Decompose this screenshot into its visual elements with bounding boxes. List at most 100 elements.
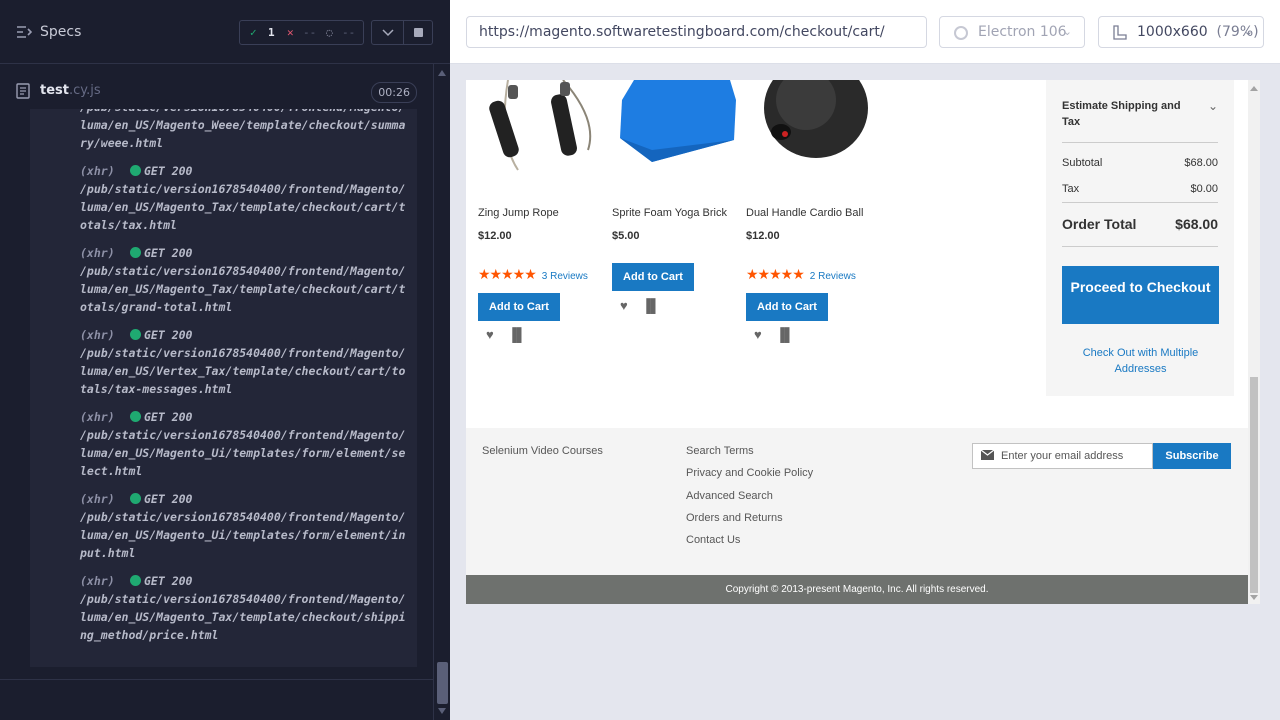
add-to-cart-button[interactable]: Add to Cart bbox=[478, 293, 560, 321]
page-footer: Selenium Video Courses Search Terms Priv… bbox=[466, 428, 1248, 575]
command-log-entry[interactable]: (xhr) GET 200/pub/static/version167854040… bbox=[30, 572, 417, 644]
passed-count: 1 bbox=[268, 26, 275, 39]
product-name[interactable]: Zing Jump Rope bbox=[478, 207, 559, 219]
stop-button[interactable] bbox=[403, 20, 433, 45]
add-to-cart-button[interactable]: Add to Cart bbox=[746, 293, 828, 321]
file-icon bbox=[16, 83, 30, 99]
checkout-multiple-addresses-link[interactable]: Check Out with Multiple Addresses bbox=[1062, 345, 1219, 377]
newsletter-placeholder: Enter your email address bbox=[1001, 450, 1124, 462]
xhr-tag: (xhr) bbox=[80, 164, 115, 178]
passed-icon: ✓ bbox=[250, 26, 257, 39]
request-url: /pub/static/version1678540400/frontend/M… bbox=[80, 109, 406, 150]
command-log-entry[interactable]: (xhr) GET 200/pub/static/version167854040… bbox=[30, 162, 417, 234]
footer-link-privacy[interactable]: Privacy and Cookie Policy bbox=[686, 467, 813, 489]
pending-count: -- bbox=[342, 26, 356, 39]
stop-icon bbox=[414, 28, 423, 37]
command-log-entry[interactable]: /pub/static/version1678540400/frontend/M… bbox=[30, 109, 417, 152]
product-name[interactable]: Sprite Foam Yoga Brick bbox=[612, 207, 727, 219]
request-url: /pub/static/version1678540400/frontend/M… bbox=[80, 346, 406, 396]
log-entry-header: (xhr) GET 200 bbox=[30, 572, 411, 590]
aut-scrollbar[interactable] bbox=[1248, 80, 1260, 604]
scroll-up-icon[interactable] bbox=[438, 70, 446, 76]
product-name[interactable]: Dual Handle Cardio Ball bbox=[746, 207, 863, 219]
request-url: /pub/static/version1678540400/frontend/M… bbox=[80, 592, 406, 642]
xhr-tag: (xhr) bbox=[80, 410, 115, 424]
command-log-entry[interactable]: (xhr) GET 200/pub/static/version167854040… bbox=[30, 326, 417, 398]
add-to-cart-button[interactable]: Add to Cart bbox=[612, 263, 694, 291]
command-log-entry[interactable]: (xhr) GET 200/pub/static/version167854040… bbox=[30, 244, 417, 316]
toggle-autoscroll-button[interactable] bbox=[371, 20, 404, 45]
url-bar[interactable]: https://magento.softwaretestingboard.com… bbox=[466, 16, 927, 48]
subscribe-button[interactable]: Subscribe bbox=[1153, 443, 1231, 469]
footer-link-orders-returns[interactable]: Orders and Returns bbox=[686, 512, 813, 534]
product-actions: ♥ ▐▌ bbox=[486, 327, 540, 342]
aut-viewport: Zing Jump Rope $12.00 ★★★★★ 3 Reviews Add… bbox=[466, 80, 1260, 604]
footer-link-search-terms[interactable]: Search Terms bbox=[686, 445, 813, 467]
request-method-status: GET 200 bbox=[144, 492, 193, 506]
product-image-yoga-brick[interactable] bbox=[612, 80, 742, 190]
viewport-size: 1000x660 bbox=[1137, 24, 1208, 40]
aut-toolbar: https://magento.softwaretestingboard.com… bbox=[450, 0, 1280, 64]
newsletter-email-input[interactable]: Enter your email address bbox=[972, 443, 1153, 469]
compare-chart-icon[interactable]: ▐▌ bbox=[776, 327, 794, 342]
viewport-label: 1000x660 (79%) bbox=[1137, 24, 1259, 40]
test-duration: 00:26 bbox=[371, 82, 417, 103]
reporter-header: Specs ✓ 1 ✕ -- ◌ -- bbox=[0, 0, 450, 64]
request-method-status: GET 200 bbox=[144, 328, 193, 342]
reviews-link[interactable]: 2 Reviews bbox=[810, 271, 856, 282]
estimate-shipping-label: Estimate Shipping and Tax bbox=[1062, 100, 1181, 128]
product-rating: ★★★★★ 2 Reviews bbox=[746, 266, 856, 283]
footer-link-selenium-courses[interactable]: Selenium Video Courses bbox=[482, 445, 603, 457]
test-stats: ✓ 1 ✕ -- ◌ -- bbox=[239, 20, 364, 45]
pending-icon: ◌ bbox=[326, 26, 333, 39]
proceed-to-checkout-button[interactable]: Proceed to Checkout bbox=[1062, 266, 1219, 324]
scroll-up-icon[interactable] bbox=[1250, 86, 1258, 91]
scroll-down-icon[interactable] bbox=[1250, 595, 1258, 600]
specs-list-icon[interactable] bbox=[16, 25, 32, 39]
copyright-bar: Copyright © 2013-present Magento, Inc. A… bbox=[466, 575, 1248, 604]
viewport-selector[interactable]: 1000x660 (79%) ⌄ bbox=[1098, 16, 1264, 48]
wishlist-heart-icon[interactable]: ♥ bbox=[754, 327, 762, 342]
order-total-row: Order Total $68.00 bbox=[1062, 216, 1218, 232]
scrollbar-thumb[interactable] bbox=[437, 662, 448, 704]
rating-stars: ★★★★★ bbox=[746, 266, 805, 282]
browser-selector[interactable]: Electron 106 ⌄ bbox=[939, 16, 1085, 48]
product-actions: ♥ ▐▌ bbox=[754, 327, 808, 342]
command-log-entry[interactable]: (xhr) GET 200/pub/static/version167854040… bbox=[30, 490, 417, 562]
log-entry-header: (xhr) GET 200 bbox=[30, 244, 411, 262]
scroll-down-icon[interactable] bbox=[438, 708, 446, 714]
reporter-scrollbar[interactable] bbox=[433, 64, 450, 720]
xhr-tag: (xhr) bbox=[80, 328, 115, 342]
product-image-cardio-ball[interactable] bbox=[746, 80, 876, 190]
request-url: /pub/static/version1678540400/frontend/M… bbox=[80, 428, 406, 478]
product-price: $5.00 bbox=[612, 230, 640, 242]
compare-chart-icon[interactable]: ▐▌ bbox=[642, 298, 660, 313]
product-image-jump-rope[interactable] bbox=[478, 80, 608, 190]
command-log-entry[interactable]: (xhr) GET 200/pub/static/version167854040… bbox=[30, 408, 417, 480]
reporter-footer bbox=[0, 679, 433, 720]
estimate-shipping-toggle[interactable]: Estimate Shipping and Tax ⌄ bbox=[1062, 98, 1218, 130]
envelope-icon bbox=[981, 450, 994, 460]
test-name: test bbox=[40, 83, 69, 98]
specs-label[interactable]: Specs bbox=[40, 24, 81, 40]
rating-stars: ★★★★★ bbox=[478, 266, 537, 282]
product-price: $12.00 bbox=[478, 230, 512, 242]
scrollbar-thumb[interactable] bbox=[1250, 377, 1258, 593]
wishlist-heart-icon[interactable]: ♥ bbox=[486, 327, 494, 342]
order-total-label: Order Total bbox=[1062, 216, 1137, 232]
status-dot-icon bbox=[130, 165, 141, 176]
footer-link-advanced-search[interactable]: Advanced Search bbox=[686, 490, 813, 512]
order-total-value: $68.00 bbox=[1175, 216, 1218, 232]
log-entry-header: (xhr) GET 200 bbox=[30, 162, 411, 180]
reporter-panel: Specs ✓ 1 ✕ -- ◌ -- test.cy.js 00:26 /pu… bbox=[0, 0, 450, 720]
chevron-down-icon bbox=[382, 29, 394, 37]
failed-count: -- bbox=[303, 26, 317, 39]
test-header[interactable]: test.cy.js 00:26 bbox=[16, 77, 417, 107]
reviews-link[interactable]: 3 Reviews bbox=[542, 271, 588, 282]
request-url: /pub/static/version1678540400/frontend/M… bbox=[80, 264, 406, 314]
compare-chart-icon[interactable]: ▐▌ bbox=[508, 327, 526, 342]
footer-col1: Selenium Video Courses bbox=[482, 445, 603, 457]
reporter-body: test.cy.js 00:26 /pub/static/version1678… bbox=[0, 65, 433, 679]
footer-link-contact-us[interactable]: Contact Us bbox=[686, 534, 813, 556]
wishlist-heart-icon[interactable]: ♥ bbox=[620, 298, 628, 313]
